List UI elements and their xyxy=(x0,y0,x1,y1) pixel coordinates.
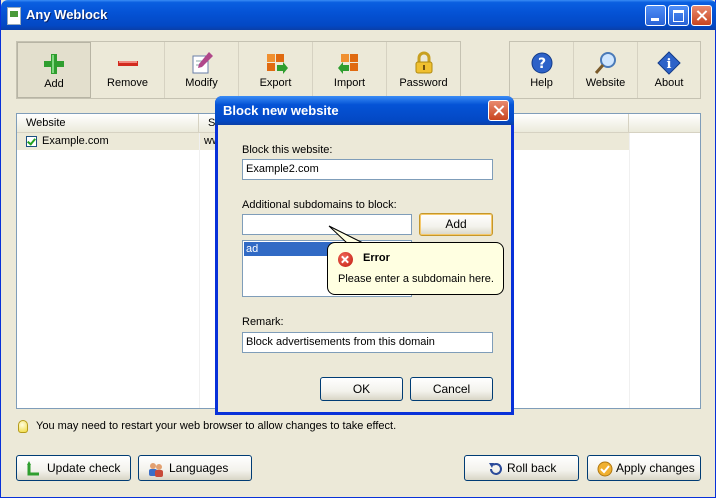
dialog-title: Block new website xyxy=(223,103,339,118)
apply-changes-button[interactable]: Apply changes xyxy=(587,455,701,481)
about-button[interactable]: i About xyxy=(638,42,700,98)
window-title: Any Weblock xyxy=(26,7,108,22)
ok-label: OK xyxy=(352,382,371,396)
cancel-label: Cancel xyxy=(432,382,471,396)
subdomains-label: Additional subdomains to block: xyxy=(242,199,397,211)
toolbar-left: Add Remove Modify Export Import Password xyxy=(16,41,461,99)
update-check-button[interactable]: Update check xyxy=(16,455,131,481)
app-icon xyxy=(7,7,21,25)
apply-changes-label: Apply changes xyxy=(616,461,695,475)
roll-back-label: Roll back xyxy=(507,461,557,475)
export-label: Export xyxy=(259,77,292,89)
row-website: Example.com xyxy=(42,135,109,147)
remark-input[interactable]: Block advertisements from this domain xyxy=(242,332,493,353)
close-button[interactable] xyxy=(691,5,712,26)
about-label: About xyxy=(654,77,684,89)
hint-text: You may need to restart your web browser… xyxy=(36,420,397,432)
column-divider xyxy=(629,133,630,408)
website-label: Website xyxy=(585,77,626,89)
languages-label: Languages xyxy=(169,461,229,475)
title-bar[interactable]: Any Weblock xyxy=(1,0,716,30)
column-divider xyxy=(199,133,200,408)
password-label: Password xyxy=(399,77,448,89)
modify-icon xyxy=(192,52,213,74)
remove-icon xyxy=(117,61,138,66)
cancel-button[interactable]: Cancel xyxy=(410,377,493,401)
help-button[interactable]: ? Help xyxy=(510,42,574,98)
minimize-button[interactable] xyxy=(645,5,666,26)
remove-button[interactable]: Remove xyxy=(91,42,165,98)
roll-back-button[interactable]: Roll back xyxy=(464,455,579,481)
row-checkbox[interactable] xyxy=(26,136,37,147)
remark-label: Remark: xyxy=(242,316,284,328)
error-tooltip: Error Please enter a subdomain here. xyxy=(327,242,504,295)
block-website-label: Block this website: xyxy=(242,144,333,156)
error-message: Please enter a subdomain here. xyxy=(338,273,494,285)
toolbar-right: ? Help Website i About xyxy=(509,41,701,99)
languages-button[interactable]: Languages xyxy=(138,455,252,481)
add-subdomain-button[interactable]: Add xyxy=(419,213,493,236)
password-button[interactable]: Password xyxy=(387,42,460,98)
export-button[interactable]: Export xyxy=(239,42,313,98)
maximize-button[interactable] xyxy=(668,5,689,26)
add-label: Add xyxy=(44,78,64,90)
help-label: Help xyxy=(530,77,553,89)
about-icon: i xyxy=(657,51,681,75)
column-website[interactable]: Website xyxy=(17,114,199,132)
column-remark[interactable] xyxy=(629,114,700,132)
refresh-icon xyxy=(27,461,39,476)
add-icon xyxy=(44,54,64,74)
import-button[interactable]: Import xyxy=(313,42,387,98)
svg-text:?: ? xyxy=(537,56,545,72)
export-icon xyxy=(266,54,288,74)
website-button[interactable]: Website xyxy=(574,42,638,98)
lightbulb-icon xyxy=(18,420,28,433)
dialog-close-button[interactable] xyxy=(488,100,509,121)
lock-icon xyxy=(415,51,432,74)
import-label: Import xyxy=(333,77,366,89)
roll-back-icon xyxy=(489,463,502,475)
add-subdomain-label: Add xyxy=(445,217,467,231)
dialog-title-bar[interactable]: Block new website xyxy=(215,96,514,125)
block-website-input[interactable]: Example2.com xyxy=(242,159,493,180)
add-button[interactable]: Add xyxy=(17,42,91,98)
update-check-label: Update check xyxy=(47,461,121,475)
website-icon xyxy=(594,52,616,74)
svg-text:i: i xyxy=(667,57,672,72)
modify-button[interactable]: Modify xyxy=(165,42,239,98)
error-title: Error xyxy=(363,252,390,264)
remove-label: Remove xyxy=(107,77,148,89)
help-icon: ? xyxy=(531,52,552,74)
error-icon xyxy=(338,252,353,267)
modify-label: Modify xyxy=(185,77,218,89)
ok-button[interactable]: OK xyxy=(320,377,403,401)
import-icon xyxy=(337,54,358,74)
languages-icon xyxy=(149,463,163,477)
apply-icon xyxy=(597,461,613,477)
